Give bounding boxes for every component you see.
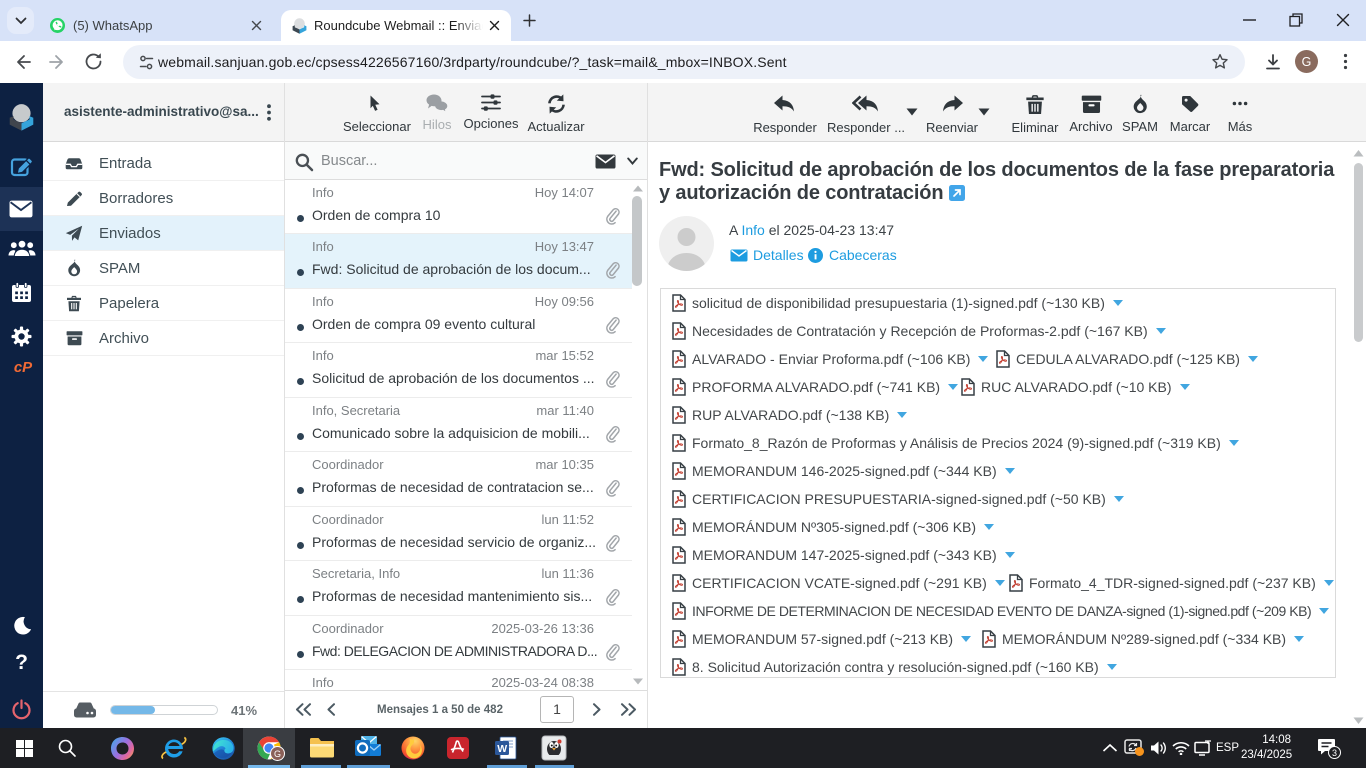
- svg-text:W: W: [497, 743, 507, 755]
